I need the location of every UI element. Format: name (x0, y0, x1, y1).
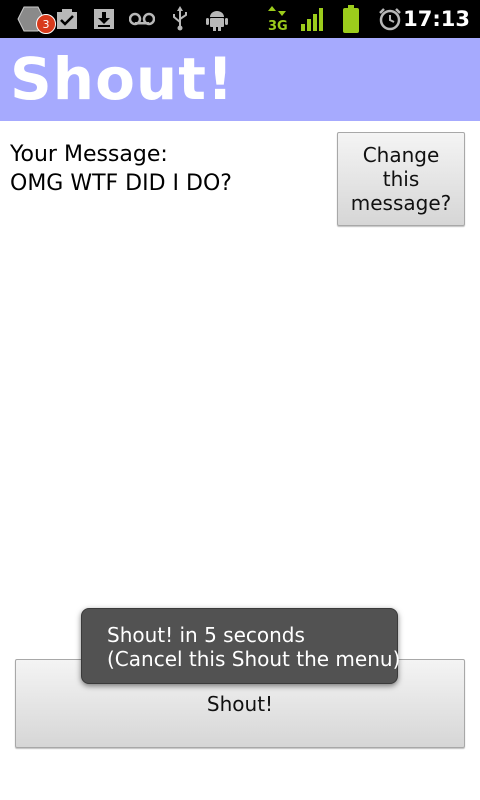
download-icon (92, 0, 116, 38)
message-value: OMG WTF DID I DO? (10, 171, 232, 196)
app-notification-icon[interactable]: 3 (14, 0, 56, 38)
notification-count-badge: 3 (36, 14, 56, 34)
battery-icon (340, 0, 362, 38)
alarm-icon (377, 0, 403, 38)
app-title: Shout! (10, 45, 235, 113)
screen: 3 3G 17:13 Shout! Your Message: OMG WTF … (0, 0, 480, 800)
signal-strength-icon (299, 0, 327, 38)
app-title-bar: Shout! (0, 38, 480, 121)
voicemail-icon (128, 0, 156, 38)
3g-data-icon: 3G (266, 0, 288, 38)
android-debug-icon (204, 0, 230, 38)
toast-notification: Shout! in 5 seconds (Cancel this Shout t… (81, 608, 401, 684)
change-message-button-label: Change this message? (350, 143, 452, 215)
shout-button-label: Shout! (206, 691, 274, 716)
svg-text:3G: 3G (268, 19, 287, 32)
toast-line-1: Shout! in 5 seconds (107, 623, 305, 647)
status-bar: 3 3G 17:13 (0, 0, 480, 38)
task-check-icon (55, 0, 79, 38)
change-message-button[interactable]: Change this message? (337, 132, 465, 226)
message-label: Your Message: (10, 142, 168, 167)
status-clock: 17:13 (403, 7, 470, 31)
usb-icon (168, 0, 192, 38)
toast-line-2: (Cancel this Shout the menu) (107, 647, 401, 671)
